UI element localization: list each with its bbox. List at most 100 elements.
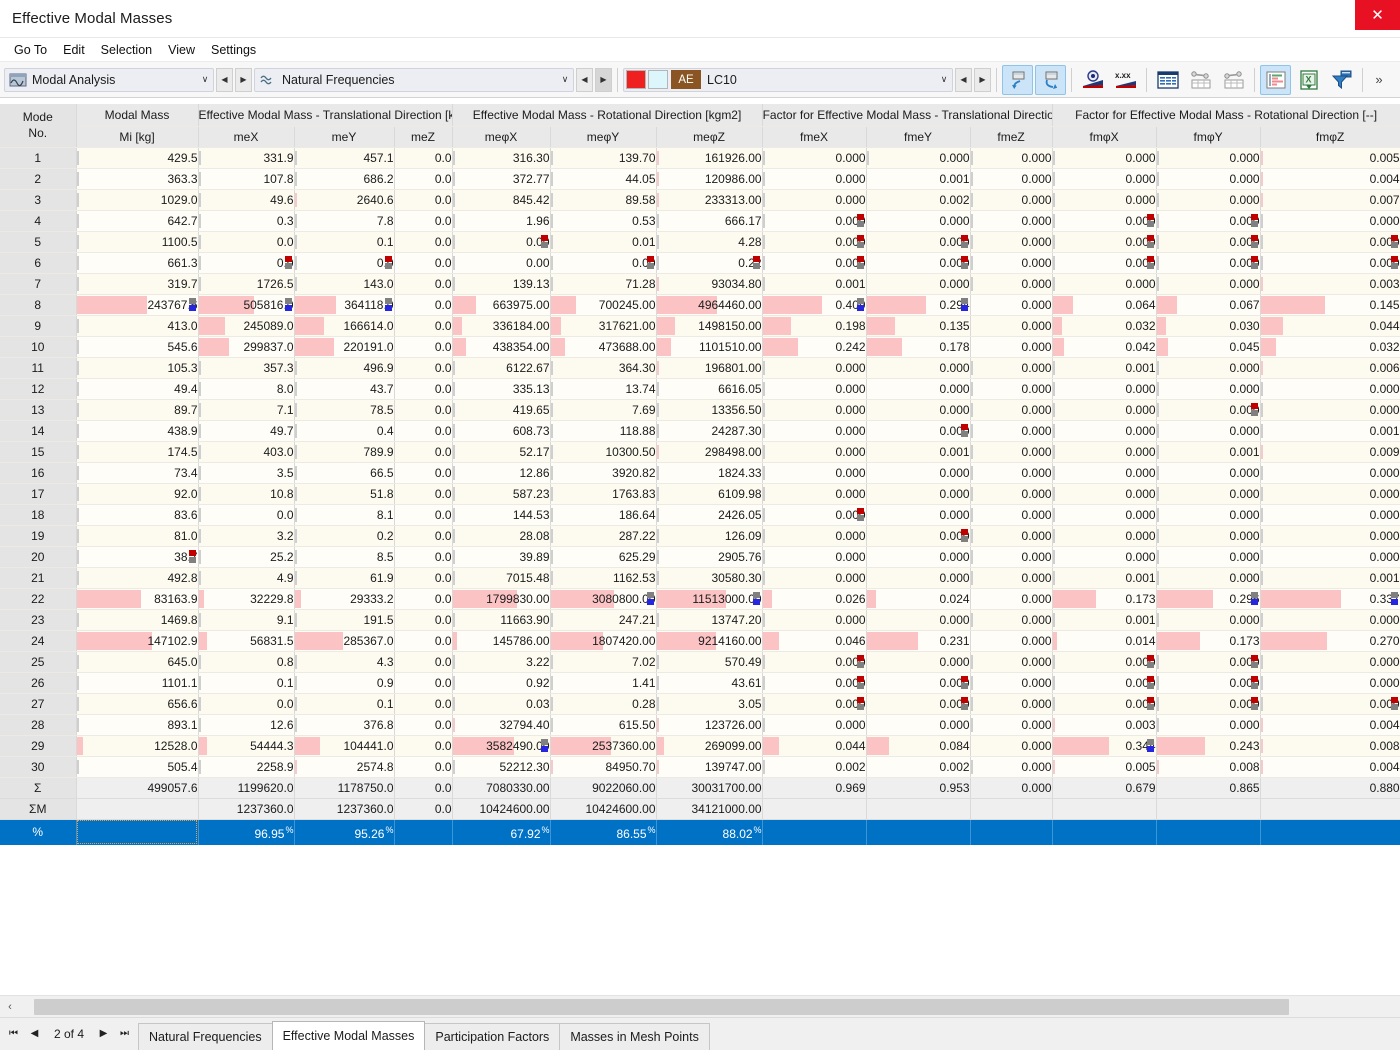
cell-mey[interactable]: 29333.2: [294, 588, 395, 610]
cell-fmez[interactable]: 0.000: [970, 525, 1053, 547]
cell-mikg[interactable]: 147102.9: [76, 630, 199, 652]
cell-mez[interactable]: 0.0: [394, 735, 453, 757]
cell-fmz[interactable]: 0.000: [1260, 525, 1400, 547]
cell-mey[interactable]: 247.21: [550, 609, 657, 631]
cell-fmey[interactable]: 0.001: [866, 168, 971, 190]
cell-mez[interactable]: 0.0: [394, 273, 453, 295]
cell-mex[interactable]: 438354.00: [452, 336, 551, 358]
results-table-container[interactable]: Mode No. Modal Mass Effective Modal Mass…: [0, 104, 1400, 995]
cell-fmy[interactable]: 0.000: [1156, 168, 1261, 190]
sheet-tab-natural-frequencies[interactable]: Natural Frequencies: [138, 1023, 273, 1050]
percent-cell[interactable]: [1052, 819, 1157, 845]
cell-fmex[interactable]: 0.409: [762, 294, 867, 316]
analysis-next-button[interactable]: ▶: [235, 67, 252, 92]
result-prev-button[interactable]: ◀: [576, 67, 593, 92]
cell-fmz[interactable]: 0.003: [1260, 273, 1400, 295]
cell-fmez[interactable]: 0.000: [970, 609, 1053, 631]
cell-fmz[interactable]: 0.000: [1260, 672, 1400, 694]
cell-mez[interactable]: 0.0: [394, 714, 453, 736]
cell-mex[interactable]: 107.8: [198, 168, 295, 190]
cell-mex[interactable]: 245089.0: [198, 315, 295, 337]
cell-mex[interactable]: 0.00: [452, 231, 551, 253]
group-header-factor-translational[interactable]: Factor for Effective Modal Mass - Transl…: [762, 104, 1053, 127]
cell-fmey[interactable]: 0.000: [866, 567, 971, 589]
table-row[interactable]: 11 105.3 357.3 496.9 0.0 6122.67 364.30 196801.…: [0, 357, 1400, 379]
cell-fmez[interactable]: 0.000: [970, 273, 1053, 295]
sheet-tab-participation-factors[interactable]: Participation Factors: [424, 1023, 561, 1050]
row-mode-no[interactable]: 17: [0, 483, 77, 505]
cell-fmx[interactable]: 0.003: [1052, 714, 1157, 736]
cell-fmz[interactable]: 0.008: [1260, 735, 1400, 757]
cell-mez[interactable]: 1498150.00: [656, 315, 763, 337]
cell-mikg[interactable]: 492.8: [76, 567, 199, 589]
next-page-button[interactable]: ▶: [94, 1022, 113, 1046]
cell-mey[interactable]: 104441.0: [294, 735, 395, 757]
cell-mez[interactable]: 0.0: [394, 147, 453, 169]
summary-cell[interactable]: 0.0: [394, 777, 453, 799]
cell-mex[interactable]: 6122.67: [452, 357, 551, 379]
cell-fmex[interactable]: 0.000: [762, 210, 867, 232]
cell-mex[interactable]: 587.23: [452, 483, 551, 505]
cell-mey[interactable]: 1.41: [550, 672, 657, 694]
last-page-button[interactable]: ⏭: [115, 1022, 134, 1046]
cell-fmy[interactable]: 0.030: [1156, 315, 1261, 337]
col-header-fmez[interactable]: fmeZ: [970, 126, 1053, 148]
cell-mez[interactable]: 0.0: [394, 378, 453, 400]
cell-fmey[interactable]: 0.000: [866, 651, 971, 673]
percent-cell[interactable]: [866, 819, 971, 845]
cell-mez[interactable]: 6616.05: [656, 378, 763, 400]
cell-fmx[interactable]: 0.032: [1052, 315, 1157, 337]
cell-mez[interactable]: 0.0: [394, 231, 453, 253]
cell-fmex[interactable]: 0.000: [762, 714, 867, 736]
cell-mikg[interactable]: 642.7: [76, 210, 199, 232]
cell-fmy[interactable]: 0.000: [1156, 609, 1261, 631]
cell-mez[interactable]: 570.49: [656, 651, 763, 673]
sheet-tab-effective-modal-masses[interactable]: Effective Modal Masses: [271, 1021, 426, 1050]
row-mode-no[interactable]: 3: [0, 189, 77, 211]
row-mode-no[interactable]: 8: [0, 294, 77, 316]
cell-mez[interactable]: 298498.00: [656, 441, 763, 463]
summary-cell[interactable]: [1156, 798, 1261, 820]
cell-mey[interactable]: 1807420.00: [550, 630, 657, 652]
table-row[interactable]: 6661.30.00.00.00.000.000.220.0000.0000.0…: [0, 252, 1400, 274]
cell-mez[interactable]: 93034.80: [656, 273, 763, 295]
decimal-places-button[interactable]: x.xx: [1110, 65, 1141, 95]
cell-fmex[interactable]: 0.000: [762, 420, 867, 442]
cell-mikg[interactable]: 319.7: [76, 273, 199, 295]
summary-cell[interactable]: 0.880: [1260, 777, 1400, 799]
cell-mex[interactable]: 0.0: [198, 252, 295, 274]
cell-fmex[interactable]: 0.000: [762, 483, 867, 505]
table-row[interactable]: 2 363.3 107.8 686.2 0.0 372.77 44.05 120986.00 0…: [0, 168, 1400, 190]
col-header-mey[interactable]: meφY: [550, 126, 657, 148]
prev-page-button[interactable]: ◀: [25, 1022, 44, 1046]
cell-fmez[interactable]: 0.000: [970, 462, 1053, 484]
cell-fmz[interactable]: 0.337: [1260, 588, 1400, 610]
cell-fmex[interactable]: 0.001: [762, 273, 867, 295]
cell-fmx[interactable]: 0.000: [1052, 672, 1157, 694]
cell-mikg[interactable]: 81.0: [76, 525, 199, 547]
cell-fmey[interactable]: 0.000: [866, 252, 971, 274]
cell-mey[interactable]: 364118.0: [294, 294, 395, 316]
cell-mex[interactable]: 357.3: [198, 357, 295, 379]
cell-fmy[interactable]: 0.000: [1156, 483, 1261, 505]
summary-cell[interactable]: 0.0: [394, 798, 453, 820]
cell-mex[interactable]: 3582490.00: [452, 735, 551, 757]
cell-mey[interactable]: 0.53: [550, 210, 657, 232]
summary-cell[interactable]: 499057.6: [76, 777, 199, 799]
cell-fmx[interactable]: 0.000: [1052, 189, 1157, 211]
row-mode-no[interactable]: 4: [0, 210, 77, 232]
cell-mey[interactable]: 10300.50: [550, 441, 657, 463]
cell-fmez[interactable]: 0.000: [970, 315, 1053, 337]
summary-cell[interactable]: 34121000.00: [656, 798, 763, 820]
cell-mex[interactable]: 372.77: [452, 168, 551, 190]
col-header-fmx[interactable]: fmφX: [1052, 126, 1157, 148]
cell-mey[interactable]: 191.5: [294, 609, 395, 631]
row-mode-no[interactable]: 28: [0, 714, 77, 736]
cell-mez[interactable]: 0.0: [394, 252, 453, 274]
table-row[interactable]: 30 505.4 2258.9 2574.8 0.0 52212.30 84950.70 13…: [0, 756, 1400, 778]
scroll-left-button[interactable]: ‹: [0, 996, 20, 1018]
cell-fmx[interactable]: 0.000: [1052, 483, 1157, 505]
cell-mez[interactable]: 3.05: [656, 693, 763, 715]
col-header-mex[interactable]: meφX: [452, 126, 551, 148]
cell-fmy[interactable]: 0.000: [1156, 273, 1261, 295]
